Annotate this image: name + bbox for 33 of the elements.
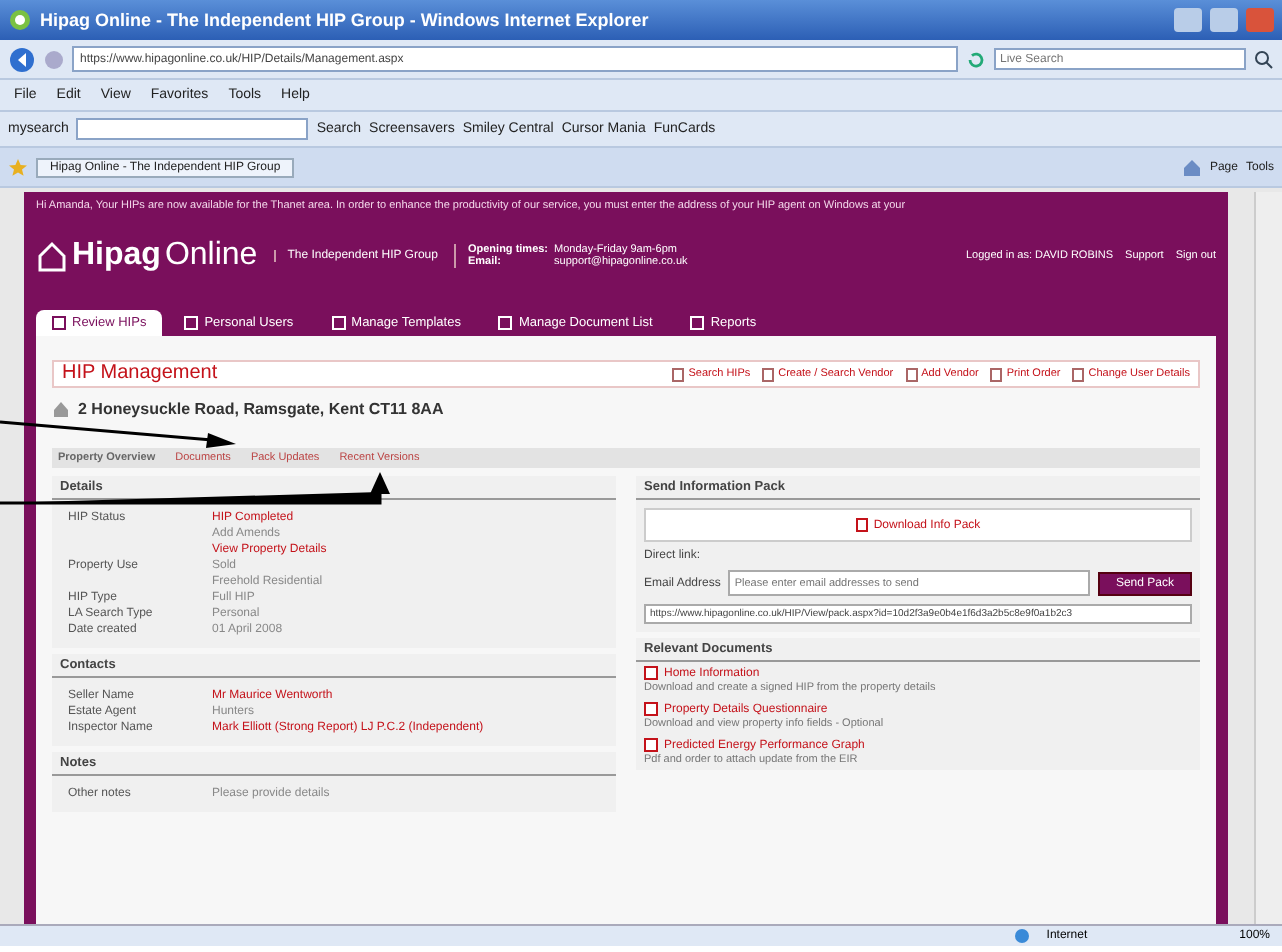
tab-icon — [184, 316, 199, 330]
home-icon[interactable] — [1181, 157, 1202, 177]
scroll-bar[interactable] — [1254, 192, 1282, 924]
logo-text: Hipag — [72, 238, 161, 274]
document-icon — [905, 367, 918, 381]
tab-icon — [690, 316, 705, 330]
favorites-star-icon[interactable] — [8, 157, 28, 177]
document-icon — [644, 666, 658, 680]
search-icon[interactable] — [1254, 49, 1274, 69]
globe-icon — [1014, 928, 1031, 944]
refresh-icon[interactable] — [966, 49, 986, 69]
ie-logo-icon — [8, 8, 32, 32]
maximize-button[interactable] — [1210, 8, 1238, 32]
property-address: 2 Honeysuckle Road, Ramsgate, Kent CT11 8AA — [78, 399, 444, 417]
back-icon[interactable] — [8, 45, 36, 73]
tab-icon — [52, 316, 66, 330]
minimize-button[interactable] — [1174, 8, 1202, 32]
toolbar-search-field[interactable] — [76, 118, 309, 140]
window-title: Hipag Online - The Independent HIP Group - Windows Internet Explorer — [40, 10, 649, 30]
house-logo-icon — [36, 240, 68, 272]
document-icon — [855, 518, 868, 532]
document-icon — [762, 367, 775, 381]
document-icon — [1072, 367, 1085, 381]
logo-text: Online — [164, 238, 258, 274]
page-title: HIP Management — [62, 362, 220, 386]
document-icon — [672, 367, 685, 381]
document-icon — [644, 702, 658, 716]
tab-icon — [498, 316, 513, 330]
house-icon — [52, 399, 70, 417]
tab-icon — [331, 316, 346, 330]
document-icon — [990, 367, 1003, 381]
close-button[interactable] — [1246, 8, 1274, 32]
document-icon — [644, 738, 658, 752]
